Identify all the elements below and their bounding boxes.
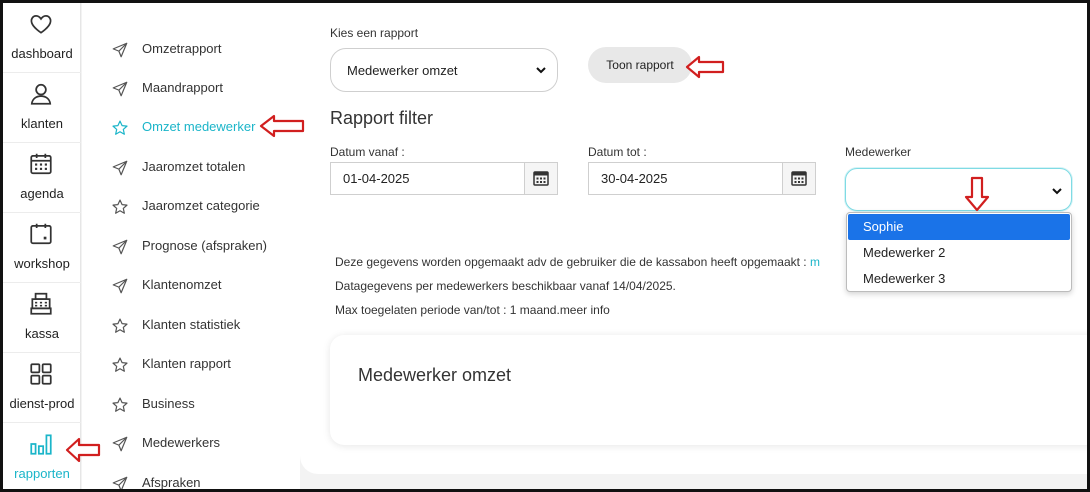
info-line-2: Datagegevens per medewerkers beschikbaar… xyxy=(335,279,676,293)
menu-item-label: Omzet medewerker xyxy=(142,119,256,134)
date-to-field[interactable]: 30-04-2025 xyxy=(588,162,816,195)
app-frame: dashboard klanten agenda workshop kassa … xyxy=(0,0,1090,492)
workshop-calendar-icon xyxy=(30,223,52,245)
menu-item-klantenomzet[interactable]: Klantenomzet xyxy=(82,266,300,305)
nav-item-kassa[interactable]: kassa xyxy=(3,283,81,353)
menu-item-business[interactable]: Business xyxy=(82,385,300,424)
cash-register-icon xyxy=(30,292,52,315)
menu-item-label: Business xyxy=(142,396,195,411)
info-line-1-link[interactable]: m xyxy=(810,255,820,269)
menu-item-label: Afspraken xyxy=(142,475,201,490)
grid-icon xyxy=(30,363,52,385)
menu-item-label: Omzetrapport xyxy=(142,41,222,56)
annotation-arrow-down-icon xyxy=(964,176,990,212)
bar-chart-icon xyxy=(30,434,52,455)
annotation-arrow-left-icon xyxy=(685,55,725,79)
user-icon xyxy=(30,83,52,105)
nav-label: kassa xyxy=(25,326,59,341)
menu-item-jaaromzet-categorie[interactable]: Jaaromzet categorie xyxy=(82,187,300,226)
date-to-label: Datum tot : xyxy=(588,145,647,159)
employee-option[interactable]: Medewerker 2 xyxy=(848,240,1070,266)
annotation-arrow-left-icon xyxy=(259,114,305,138)
menu-item-klanten-statistiek[interactable]: Klanten statistiek xyxy=(82,306,300,345)
date-to-picker[interactable] xyxy=(782,163,815,194)
report-card-title: Medewerker omzet xyxy=(358,365,512,385)
send-icon xyxy=(112,476,128,489)
menu-item-label: Maandrapport xyxy=(142,80,223,95)
report-select-value: Medewerker omzet xyxy=(347,63,458,78)
nav-label: klanten xyxy=(21,116,63,131)
date-from-value: 01-04-2025 xyxy=(343,171,410,186)
menu-item-jaaromzet-totalen[interactable]: Jaaromzet totalen xyxy=(82,148,300,187)
menu-item-prognose[interactable]: Prognose (afspraken) xyxy=(82,227,300,266)
info-line-1: Deze gegevens worden opgemaakt adv de ge… xyxy=(335,255,820,269)
nav-label: dashboard xyxy=(11,46,73,61)
employee-select[interactable] xyxy=(845,168,1072,211)
chevron-down-icon xyxy=(1052,188,1062,195)
date-from-picker[interactable] xyxy=(524,163,557,194)
send-icon xyxy=(112,239,128,255)
employee-option[interactable]: Medewerker 3 xyxy=(848,266,1070,292)
star-icon xyxy=(112,318,128,333)
star-icon xyxy=(112,120,128,135)
date-from-label: Datum vanaf : xyxy=(330,145,405,159)
menu-item-afspraken[interactable]: Afspraken xyxy=(82,464,300,490)
employee-label: Medewerker xyxy=(845,145,912,159)
calendar-icon xyxy=(30,153,52,175)
star-icon xyxy=(112,357,128,372)
menu-item-klanten-rapport[interactable]: Klanten rapport xyxy=(82,345,300,384)
calendar-icon xyxy=(533,171,549,186)
menu-item-omzetrapport[interactable]: Omzetrapport xyxy=(82,30,300,69)
send-icon xyxy=(112,278,128,294)
employee-option[interactable]: Sophie xyxy=(848,214,1070,240)
annotation-arrow-left-icon xyxy=(65,437,101,463)
menu-item-label: Jaaromzet categorie xyxy=(142,198,260,213)
report-menu: Omzetrapport Maandrapport Omzet medewerk… xyxy=(82,3,300,490)
info-line-1-text: Deze gegevens worden opgemaakt adv de ge… xyxy=(335,255,810,269)
calendar-icon xyxy=(791,171,807,186)
show-report-button[interactable]: Toon rapport xyxy=(588,47,692,83)
send-icon xyxy=(112,81,128,97)
report-select-label: Kies een rapport xyxy=(330,26,419,40)
menu-item-label: Klanten statistiek xyxy=(142,317,241,332)
nav-item-dashboard[interactable]: dashboard xyxy=(3,3,81,73)
chevron-down-icon xyxy=(536,67,546,74)
menu-item-label: Klanten rapport xyxy=(142,356,231,371)
date-to-value: 30-04-2025 xyxy=(601,171,668,186)
menu-item-label: Klantenomzet xyxy=(142,277,222,292)
nav-label: dienst-prod xyxy=(9,396,75,411)
filter-title: Rapport filter xyxy=(330,108,434,128)
info-line-3: Max toegelaten periode van/tot : 1 maand… xyxy=(335,303,610,317)
send-icon xyxy=(112,436,128,452)
send-icon xyxy=(112,42,128,58)
nav-item-agenda[interactable]: agenda xyxy=(3,143,81,213)
nav-label: workshop xyxy=(14,256,70,271)
nav-item-klanten[interactable]: klanten xyxy=(3,73,81,143)
nav-item-dienst-prod[interactable]: dienst-prod xyxy=(3,353,81,423)
nav-label: agenda xyxy=(20,186,64,201)
date-from-field[interactable]: 01-04-2025 xyxy=(330,162,558,195)
employee-dropdown: Sophie Medewerker 2 Medewerker 3 xyxy=(846,212,1072,292)
menu-item-label: Medewerkers xyxy=(142,435,221,450)
nav-item-workshop[interactable]: workshop xyxy=(3,213,81,283)
send-icon xyxy=(112,160,128,176)
menu-item-label: Jaaromzet totalen xyxy=(142,159,246,174)
menu-item-maandrapport[interactable]: Maandrapport xyxy=(82,69,300,108)
report-card: Medewerker omzet xyxy=(330,335,1087,445)
menu-item-label: Prognose (afspraken) xyxy=(142,238,268,253)
star-icon xyxy=(112,199,128,214)
menu-item-medewerkers[interactable]: Medewerkers xyxy=(82,424,300,463)
main-nav: dashboard klanten agenda workshop kassa … xyxy=(3,3,81,489)
heart-icon xyxy=(30,15,52,34)
star-icon xyxy=(112,397,128,412)
report-select[interactable]: Medewerker omzet xyxy=(330,48,558,92)
nav-label: rapporten xyxy=(14,466,70,481)
